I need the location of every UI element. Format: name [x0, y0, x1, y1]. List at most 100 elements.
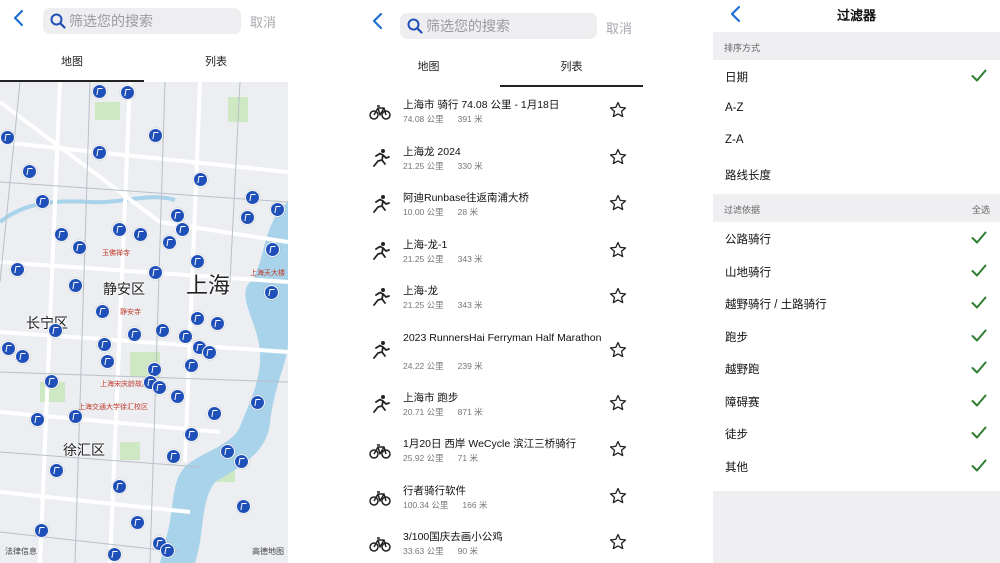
route-pin[interactable]	[162, 235, 177, 250]
route-pin[interactable]	[49, 463, 64, 478]
route-pin[interactable]	[245, 190, 260, 205]
route-pin[interactable]	[170, 208, 185, 223]
route-pin[interactable]	[193, 172, 208, 187]
route-pin[interactable]	[68, 409, 83, 424]
route-pin[interactable]	[95, 304, 110, 319]
filter-option[interactable]: 越野跑	[713, 352, 1000, 385]
favorite-button[interactable]	[609, 101, 627, 119]
route-pin[interactable]	[240, 210, 255, 225]
route-list-item[interactable]: 行者骑行软件 100.34 公里 166 米	[357, 474, 643, 521]
route-pin[interactable]	[190, 311, 205, 326]
filter-option[interactable]: 障碍赛	[713, 385, 1000, 418]
route-pin[interactable]	[155, 323, 170, 338]
route-pin[interactable]	[265, 242, 280, 257]
route-pin[interactable]	[220, 444, 235, 459]
route-list-item[interactable]: 上海-龙 21.25 公里 343 米	[357, 274, 643, 321]
route-pin[interactable]	[54, 227, 69, 242]
route-pin[interactable]	[112, 222, 127, 237]
route-list-item[interactable]: 阿迪Runbase往返南浦大桥 10.00 公里 28 米	[357, 181, 643, 228]
sort-option[interactable]: 路线长度	[713, 158, 1000, 191]
route-pin[interactable]	[270, 202, 285, 217]
tab-map[interactable]: 地图	[0, 42, 144, 82]
cancel-button[interactable]: 取消	[250, 12, 276, 31]
route-pin[interactable]	[178, 329, 193, 344]
select-all-button[interactable]: 全选	[972, 203, 990, 216]
route-pin[interactable]	[264, 285, 279, 300]
route-pin[interactable]	[250, 395, 265, 410]
search-input[interactable]	[426, 16, 566, 36]
favorite-button[interactable]	[609, 440, 627, 458]
route-pin[interactable]	[127, 327, 142, 342]
tab-map[interactable]: 地图	[357, 47, 500, 87]
filter-option[interactable]: 越野骑行 / 土路骑行	[713, 287, 1000, 320]
route-pin[interactable]	[152, 380, 167, 395]
favorite-button[interactable]	[609, 533, 627, 551]
favorite-button[interactable]	[609, 394, 627, 412]
filter-option[interactable]: 跑步	[713, 320, 1000, 353]
filter-option[interactable]: 其他	[713, 450, 1000, 483]
search-box[interactable]	[400, 13, 597, 39]
route-list-item[interactable]: 上海-龙-1 21.25 公里 343 米	[357, 228, 643, 275]
route-pin[interactable]	[133, 227, 148, 242]
route-pin[interactable]	[202, 345, 217, 360]
route-pin[interactable]	[97, 337, 112, 352]
route-pin[interactable]	[184, 358, 199, 373]
route-pin[interactable]	[210, 316, 225, 331]
route-pin[interactable]	[148, 265, 163, 280]
route-list-item[interactable]: 上海市 跑步 20.71 公里 871 米	[357, 381, 643, 428]
route-list-item[interactable]: 3/100国庆去画小公鸡 33.63 公里 90 米	[357, 520, 643, 563]
route-list-item[interactable]: 1月20日 西岸 WeCycle 滨江三桥骑行 25.92 公里 71 米	[357, 427, 643, 474]
favorite-button[interactable]	[609, 341, 627, 359]
route-pin[interactable]	[120, 85, 135, 100]
legal-info-link[interactable]: 法律信息	[5, 546, 37, 557]
tab-list[interactable]: 列表	[500, 47, 643, 87]
sort-option[interactable]: 日期	[713, 60, 1000, 93]
route-pin[interactable]	[112, 479, 127, 494]
favorite-button[interactable]	[609, 287, 627, 305]
route-pin[interactable]	[22, 164, 37, 179]
route-pin[interactable]	[92, 84, 107, 99]
sort-option[interactable]: Z-A	[713, 125, 1000, 158]
route-pin[interactable]	[72, 240, 87, 255]
back-button[interactable]	[727, 5, 743, 27]
route-pin[interactable]	[130, 515, 145, 530]
search-input[interactable]	[69, 11, 209, 31]
route-list-item[interactable]: 上海龙 2024 21.25 公里 330 米	[357, 135, 643, 182]
favorite-button[interactable]	[609, 241, 627, 259]
sort-option[interactable]: A-Z	[713, 93, 1000, 126]
cancel-button[interactable]: 取消	[606, 18, 632, 37]
route-pin[interactable]	[34, 523, 49, 538]
route-pin[interactable]	[184, 427, 199, 442]
route-pin[interactable]	[166, 449, 181, 464]
route-pin[interactable]	[107, 547, 122, 562]
back-button[interactable]	[12, 9, 28, 31]
route-pin[interactable]	[35, 194, 50, 209]
route-pin[interactable]	[190, 254, 205, 269]
favorite-button[interactable]	[609, 487, 627, 505]
route-pin[interactable]	[48, 323, 63, 338]
filter-option[interactable]: 公路骑行	[713, 222, 1000, 255]
route-pin[interactable]	[68, 278, 83, 293]
route-pin[interactable]	[92, 145, 107, 160]
favorite-button[interactable]	[609, 148, 627, 166]
route-map[interactable]: 上海 静安区 长宁区 徐汇区 静安寺 玉佛禅寺 上海宋庆龄故居 上海交通大学徐汇…	[0, 82, 288, 563]
filter-option[interactable]: 徒步	[713, 417, 1000, 450]
search-box[interactable]	[43, 8, 241, 34]
back-button[interactable]	[371, 12, 387, 34]
route-pin[interactable]	[100, 354, 115, 369]
route-pin[interactable]	[234, 454, 249, 469]
route-pin[interactable]	[10, 262, 25, 277]
route-pin[interactable]	[30, 412, 45, 427]
favorite-button[interactable]	[609, 194, 627, 212]
route-pin[interactable]	[236, 499, 251, 514]
route-pin[interactable]	[170, 389, 185, 404]
route-list-item[interactable]: 上海市 骑行 74.08 公里 - 1月18日 74.08 公里 391 米	[357, 88, 643, 135]
route-pin[interactable]	[44, 374, 59, 389]
route-pin[interactable]	[1, 341, 16, 356]
tab-list[interactable]: 列表	[144, 42, 288, 82]
route-pin[interactable]	[175, 222, 190, 237]
route-list-item[interactable]: 2023 RunnersHai Ferryman Half Marathon 24…	[357, 321, 643, 381]
filter-option[interactable]: 山地骑行	[713, 255, 1000, 288]
route-pin[interactable]	[0, 130, 15, 145]
route-pin[interactable]	[15, 349, 30, 364]
